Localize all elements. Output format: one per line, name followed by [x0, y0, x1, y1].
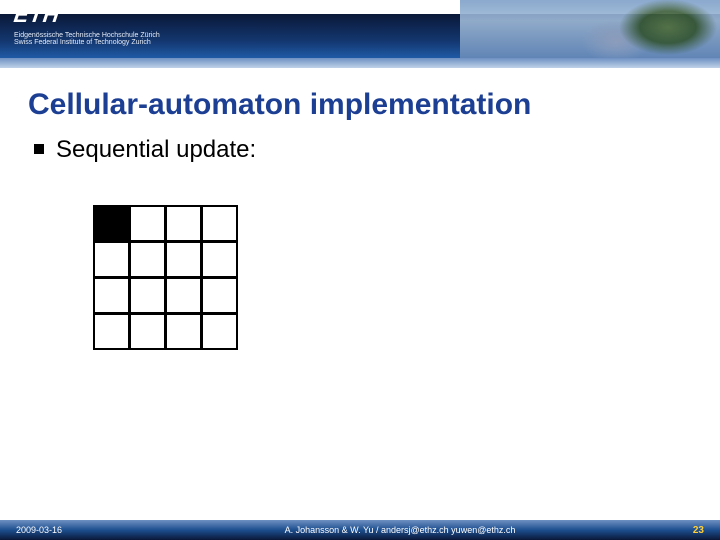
ca-cell-filled: [93, 205, 130, 242]
ca-cell: [165, 205, 202, 242]
square-bullet-icon: [34, 144, 44, 154]
ca-cell: [201, 277, 238, 314]
header-accent-strip: [0, 58, 720, 68]
ca-cell: [93, 241, 130, 278]
footer-page-number: 23: [664, 525, 704, 536]
eth-logo-text: ETH: [12, 2, 61, 28]
ca-cell: [165, 277, 202, 314]
slide-title: Cellular-automaton implementation: [28, 88, 692, 122]
ca-cell: [165, 241, 202, 278]
bullet-text: Sequential update:: [56, 136, 256, 164]
logo-block: ETH Eidgenössische Technische Hochschule…: [14, 2, 160, 46]
ca-cell: [129, 313, 166, 350]
ca-grid-figure: [94, 206, 686, 350]
ca-cell: [93, 277, 130, 314]
ca-cell: [165, 313, 202, 350]
ca-cell: [201, 241, 238, 278]
ca-cell: [129, 277, 166, 314]
bullet-item: Sequential update:: [34, 136, 686, 164]
slide-body: Sequential update:: [34, 136, 686, 350]
header-band: ETH Eidgenössische Technische Hochschule…: [0, 0, 720, 68]
slide: ETH Eidgenössische Technische Hochschule…: [0, 0, 720, 540]
ca-cell: [129, 205, 166, 242]
ca-cell: [129, 241, 166, 278]
ca-cell: [201, 205, 238, 242]
eth-logo-sub-en: Swiss Federal Institute of Technology Zu…: [14, 39, 160, 46]
ca-cell: [93, 313, 130, 350]
footer-bar: 2009-03-16 A. Johansson & W. Yu / anders…: [0, 520, 720, 540]
footer-authors: A. Johansson & W. Yu / andersj@ethz.ch y…: [136, 525, 664, 535]
ca-cell: [201, 313, 238, 350]
ca-grid: [94, 206, 686, 350]
footer-date: 2009-03-16: [16, 525, 136, 535]
eth-logo-sub-de: Eidgenössische Technische Hochschule Zür…: [14, 32, 160, 39]
